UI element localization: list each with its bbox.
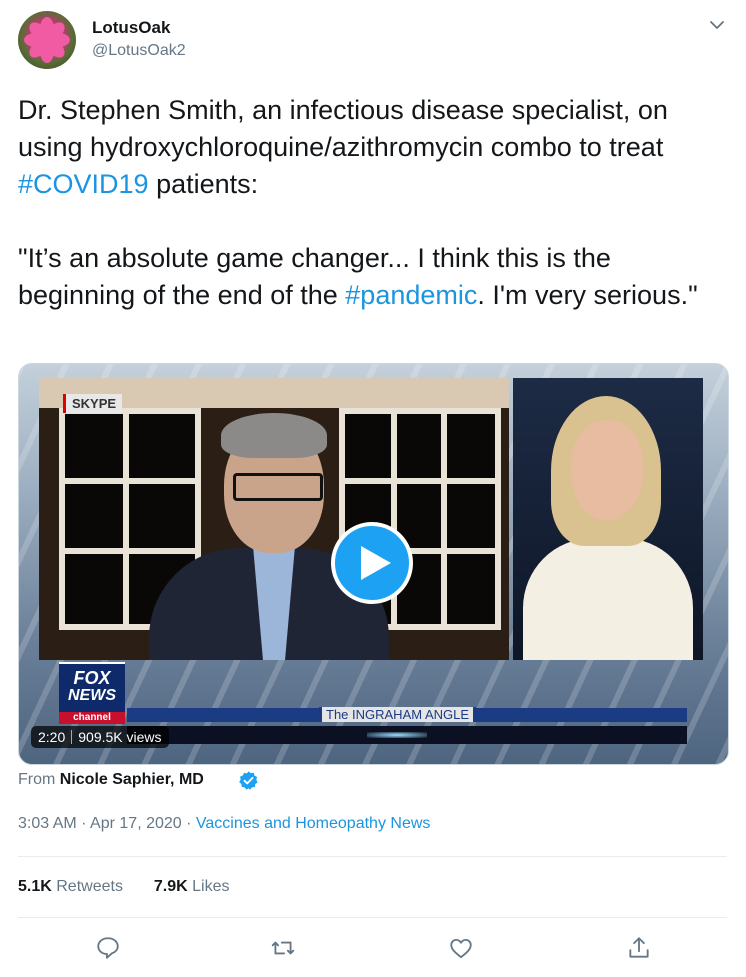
retweets-count: 5.1K [18, 878, 52, 895]
skype-tag: SKYPE [63, 394, 123, 413]
tweet-time[interactable]: 3:03 AM [18, 815, 77, 832]
attribution: From Nicole Saphier, MD [18, 771, 204, 789]
tweet-quote-part: . I'm very serious." [477, 280, 698, 310]
divider [18, 856, 727, 857]
avatar[interactable] [18, 11, 76, 69]
retweet-icon[interactable] [270, 935, 296, 961]
tweet-text-part: patients: [148, 169, 259, 199]
video-duration: 2:20 [38, 729, 66, 745]
share-icon[interactable] [626, 935, 652, 961]
likes-stat[interactable]: 7.9K Likes [154, 878, 230, 895]
meta-separator: · [81, 815, 87, 832]
hashtag-pandemic-link[interactable]: #pandemic [345, 280, 477, 310]
video-player[interactable]: SKYPE FOX NEWS channel The INGRAHAM ANGL… [18, 363, 729, 765]
video-meta: 2:20 909.5K views [31, 726, 169, 748]
reply-icon[interactable] [95, 935, 121, 961]
network-logo-line: FOX [73, 668, 111, 688]
hashtag-covid19-link[interactable]: #COVID19 [18, 169, 149, 199]
network-logo: FOX NEWS channel [59, 662, 125, 724]
author-display-name[interactable]: LotusOak [92, 18, 170, 38]
divider [18, 917, 727, 918]
author-handle[interactable]: @LotusOak2 [92, 42, 186, 60]
network-logo-line: NEWS [68, 687, 116, 704]
tweet-stats: 5.1K Retweets 7.9K Likes [18, 878, 229, 896]
tweet-date[interactable]: Apr 17, 2020 [90, 815, 182, 832]
like-icon[interactable] [448, 935, 474, 961]
attribution-source-link[interactable]: Nicole Saphier, MD [60, 771, 204, 788]
source-app-link[interactable]: Vaccines and Homeopathy News [196, 815, 431, 832]
video-frame-guest [39, 378, 509, 660]
tweet-meta: 3:03 AM · Apr 17, 2020 · Vaccines and Ho… [18, 815, 430, 833]
tweet-text-part: Dr. Stephen Smith, an infectious disease… [18, 95, 668, 162]
play-icon [361, 546, 391, 580]
video-frame-host [513, 378, 703, 660]
likes-count: 7.9K [153, 878, 188, 895]
tweet-text: Dr. Stephen Smith, an infectious disease… [18, 92, 723, 314]
attribution-from-label: From [18, 771, 56, 788]
network-logo-line: channel [59, 712, 125, 724]
retweets-stat[interactable]: 5.1K Retweets [18, 878, 123, 895]
video-views: 909.5K views [78, 729, 162, 745]
lower-bar [127, 726, 687, 744]
retweets-label: Retweets [56, 878, 123, 895]
show-name: The INGRAHAM ANGLE [319, 707, 477, 722]
play-button[interactable] [331, 522, 413, 604]
meta-separator: · [186, 815, 192, 832]
chevron-down-icon[interactable] [708, 16, 726, 34]
verified-icon [239, 771, 258, 790]
likes-label: Likes [192, 878, 230, 895]
